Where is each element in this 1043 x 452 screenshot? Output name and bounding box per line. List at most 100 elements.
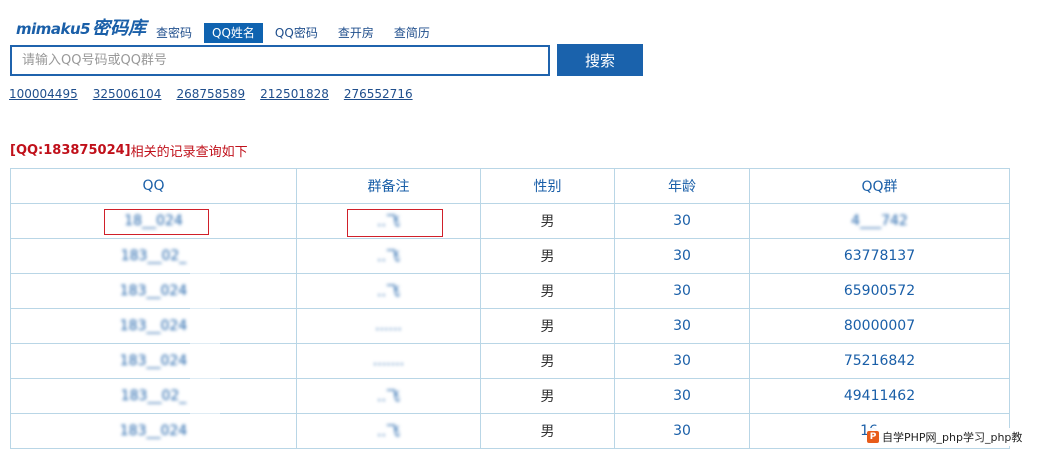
cell-qq-text: 183__024	[119, 353, 188, 369]
cell-gender: 男	[480, 273, 615, 309]
search-input[interactable]	[10, 45, 550, 76]
cell-qq-group-text: 4___742	[851, 213, 908, 229]
cell-age: 30	[614, 378, 750, 414]
cell-age: 30	[614, 273, 750, 309]
cell-age-text: 30	[673, 213, 691, 229]
table-row: 183__024 ..飞 男 30 65900572	[10, 273, 1010, 309]
quick-link[interactable]: 212501828	[260, 87, 329, 101]
table-row: 18__024 ..飞 男 30 4___742	[10, 203, 1010, 239]
cell-qq: 183__024	[10, 343, 297, 379]
cell-group-note: ..飞	[296, 413, 481, 449]
table-header-qq-group: QQ群	[749, 168, 1010, 204]
quick-link[interactable]: 268758589	[176, 87, 245, 101]
cell-gender-text: 男	[540, 284, 555, 300]
table-body: 18__024 ..飞男 30 4___742 183__02_ ..飞男 30 637781…	[10, 203, 1010, 449]
table-row: 183__02_ ..飞 男 30 63778137	[10, 238, 1010, 274]
cell-qq-group-text: 49411462	[843, 388, 916, 404]
result-title-qq: QQ:183875024	[15, 143, 125, 158]
logo-latin-text: mimaku5	[16, 20, 91, 38]
cell-qq-group: 65900572	[749, 273, 1010, 309]
cell-qq-group: 80000007	[749, 308, 1010, 344]
cell-age: 30	[614, 343, 750, 379]
cell-qq-text: 183__02_	[120, 248, 187, 264]
cell-age-text: 30	[673, 423, 691, 439]
cell-gender-text: 男	[540, 389, 555, 405]
redaction-mask	[190, 247, 220, 442]
cell-group-note-text: ..飞	[377, 389, 400, 405]
table-row: 183__02_ ..飞 男 30 49411462	[10, 378, 1010, 414]
nav-tab-check-room[interactable]: 查开房	[330, 23, 382, 43]
cell-qq-text: 183__024	[119, 283, 188, 299]
cell-group-note-text: ......	[375, 318, 402, 334]
cell-group-note: ..飞	[296, 378, 481, 414]
quick-link[interactable]: 276552716	[344, 87, 413, 101]
cell-group-note-text: ..飞	[377, 249, 400, 265]
cell-gender: 男	[480, 308, 615, 344]
cell-group-note: ..飞	[296, 273, 481, 309]
cell-age: 30	[614, 413, 750, 449]
result-table: QQ 群备注 性别 年龄 QQ群 18__024 ..飞男 30 4___742 183…	[10, 168, 1010, 449]
cell-gender: 男	[480, 343, 615, 379]
table-header-age: 年龄	[614, 168, 750, 204]
cell-age-text: 30	[673, 353, 691, 369]
site-logo[interactable]: mimaku5 密码库	[16, 14, 146, 40]
cell-group-note-text: ..飞	[377, 424, 400, 440]
nav-tab-qq-name[interactable]: QQ姓名	[204, 23, 263, 43]
cell-gender-text: 男	[540, 424, 555, 440]
cell-qq-text: 183__02_	[120, 388, 187, 404]
cell-qq: 183__024	[10, 413, 297, 449]
cell-qq-group: 63778137	[749, 238, 1010, 274]
cell-qq: 183__02_	[10, 378, 297, 414]
cell-group-note: .......	[296, 343, 481, 379]
table-row: 183__024...... 男 30 80000007	[10, 308, 1010, 344]
cell-qq-group: 49411462	[749, 378, 1010, 414]
result-title: [ QQ:183875024 ] 相关的记录查询如下	[10, 141, 248, 160]
quick-links: 100004495 325006104 268758589 212501828 …	[9, 87, 428, 101]
cell-group-note: ......	[296, 308, 481, 344]
watermark-text: 自学PHP网_php学习_php教	[882, 431, 1023, 444]
cell-qq-group: 75216842	[749, 343, 1010, 379]
table-header-qq: QQ	[10, 168, 297, 204]
cell-gender-text: 男	[540, 214, 555, 230]
table-header-row: QQ 群备注 性别 年龄 QQ群	[10, 168, 1010, 204]
nav-tab-qq-password[interactable]: QQ密码	[267, 23, 326, 43]
result-title-suffix: 相关的记录查询如下	[130, 145, 248, 160]
table-row: 183__024..飞男3016___	[10, 413, 1010, 449]
cell-gender-text: 男	[540, 354, 555, 370]
logo-cjk-text: 密码库	[92, 18, 147, 39]
cell-qq-text: 183__024	[119, 423, 188, 439]
nav-tab-check-password[interactable]: 查密码	[148, 23, 200, 43]
top-nav: 查密码 QQ姓名 QQ密码 查开房 查简历	[148, 23, 442, 43]
cell-gender-text: 男	[540, 319, 555, 335]
cell-group-note: ..飞	[296, 203, 481, 239]
site-watermark: P 自学PHP网_php学习_php教	[867, 428, 1027, 446]
cell-qq-group: 4___742	[749, 203, 1010, 239]
cell-gender: 男	[480, 203, 615, 239]
cell-qq: 183__02_	[10, 238, 297, 274]
cell-gender: 男	[480, 413, 615, 449]
cell-group-note-text: .......	[372, 353, 405, 369]
cell-qq-group-text: 75216842	[843, 353, 916, 369]
quick-link[interactable]: 100004495	[9, 87, 78, 101]
cell-gender-text: 男	[540, 249, 555, 265]
quick-link[interactable]: 325006104	[93, 87, 162, 101]
cell-qq: 183__024	[10, 273, 297, 309]
cell-qq-group-text: 63778137	[843, 248, 916, 264]
cell-age-text: 30	[673, 248, 691, 264]
table-header-gender: 性别	[480, 168, 615, 204]
table-header-group-note: 群备注	[296, 168, 481, 204]
cell-age-text: 30	[673, 388, 691, 404]
search-button[interactable]: 搜索	[557, 44, 643, 76]
cell-age: 30	[614, 238, 750, 274]
cell-qq-group-text: 80000007	[843, 318, 916, 334]
cell-qq-text: 183__024	[119, 318, 188, 334]
cell-gender: 男	[480, 238, 615, 274]
table-row: 183__024....... 男 30 75216842	[10, 343, 1010, 379]
cell-qq: 183__024	[10, 308, 297, 344]
cell-qq: 18__024	[10, 203, 297, 239]
cell-age: 30	[614, 308, 750, 344]
cell-age-text: 30	[673, 318, 691, 334]
nav-tab-check-resume[interactable]: 查简历	[386, 23, 438, 43]
cell-qq-text: 18__024	[124, 213, 183, 229]
cell-qq-group-text: 65900572	[843, 283, 916, 299]
